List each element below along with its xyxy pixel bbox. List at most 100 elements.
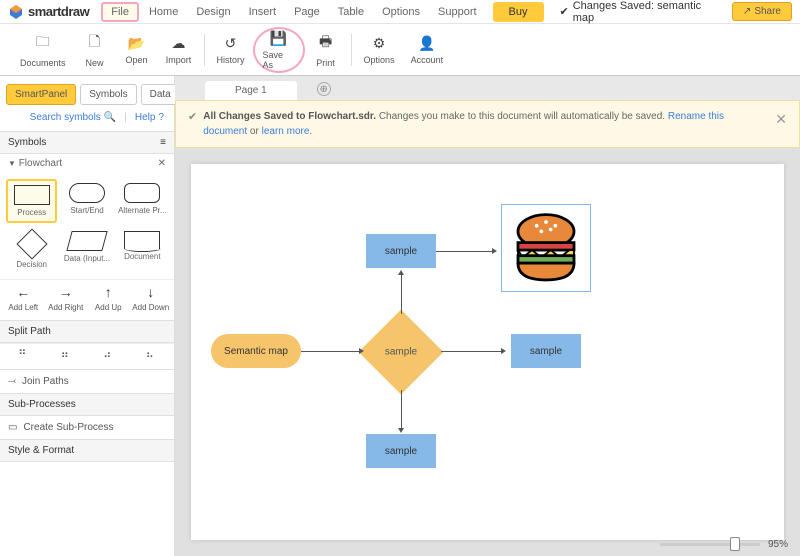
arrow-left-icon: ← — [16, 284, 30, 300]
page-tab-1[interactable]: Page 1 — [205, 81, 297, 100]
split-path-row: ⠛ ⠶ ⠴ ⠦ — [0, 343, 174, 369]
menu-insert[interactable]: Insert — [241, 2, 285, 22]
save-as-button[interactable]: 💾Save As — [253, 27, 305, 73]
menu-options[interactable]: Options — [374, 2, 428, 22]
options-button[interactable]: ⚙Options — [356, 30, 403, 70]
panel-tabs: SmartPanel Symbols Data ✕ — [0, 76, 174, 106]
shape-document[interactable]: Document — [117, 227, 168, 273]
add-left-button[interactable]: ←Add Left — [2, 284, 45, 312]
page-tabs: Page 1 ⊕ — [175, 76, 800, 100]
print-button[interactable]: 🖶Print — [305, 30, 347, 70]
add-page-button[interactable]: ⊕ — [317, 82, 331, 96]
split-4-button[interactable]: ⠦ — [130, 348, 173, 361]
new-button[interactable]: 🗋New — [74, 30, 116, 70]
style-format-header: Style & Format — [0, 439, 174, 462]
subprocess-header: Sub-Processes — [0, 393, 174, 416]
tab-smartpanel[interactable]: SmartPanel — [6, 84, 76, 105]
shape-startend[interactable]: Start/End — [61, 179, 112, 223]
save-notice: ✔ All Changes Saved to Flowchart.sdr. Ch… — [175, 100, 800, 148]
close-notice-button[interactable]: ✕ — [775, 109, 787, 130]
account-button[interactable]: 👤Account — [403, 30, 452, 70]
zoom-slider[interactable] — [660, 543, 760, 546]
import-button[interactable]: ☁Import — [158, 30, 200, 70]
arrow-head — [398, 428, 404, 433]
menu-icon[interactable]: ≡ — [160, 137, 166, 148]
paper[interactable]: Semantic map sample sample sample sample — [191, 164, 784, 540]
zoom-bar: 95% — [660, 539, 788, 550]
user-icon: 👤 — [418, 35, 435, 52]
file-icon: 🗋 — [89, 31, 100, 55]
zoom-thumb[interactable] — [730, 537, 740, 551]
menu-design[interactable]: Design — [188, 2, 238, 22]
shape-data[interactable]: Data (Input... — [61, 227, 112, 273]
close-group-icon[interactable]: ✕ — [158, 158, 166, 169]
split-icon: ⠶ — [61, 348, 71, 361]
shape-process[interactable]: Process — [6, 179, 57, 223]
learn-more-link[interactable]: learn more — [262, 126, 310, 137]
split-icon: ⠛ — [18, 348, 28, 361]
history-icon: ↺ — [225, 35, 237, 52]
split-icon: ⠦ — [146, 348, 156, 361]
history-button[interactable]: ↺History — [209, 30, 253, 70]
notice-text: All Changes Saved to Flowchart.sdr. Chan… — [203, 109, 769, 139]
documents-button[interactable]: 🗀Documents — [12, 30, 74, 70]
open-icon: 📂 — [128, 35, 145, 52]
search-symbols-link[interactable]: Search symbols 🔍 — [30, 112, 117, 123]
menu-page[interactable]: Page — [286, 2, 328, 22]
sidebar: SmartPanel Symbols Data ✕ Search symbols… — [0, 76, 175, 556]
node-diamond[interactable]: sample — [371, 322, 431, 382]
logo[interactable]: smartdraw — [8, 4, 89, 20]
split-1-button[interactable]: ⠛ — [2, 348, 45, 361]
menu-file[interactable]: File — [101, 2, 139, 22]
join-paths-button[interactable]: ⤙Join Paths — [0, 370, 174, 393]
arrow-head — [501, 348, 506, 354]
shapes-grid: Process Start/End Alternate Pr... Decisi… — [0, 173, 174, 279]
add-up-button[interactable]: ↑Add Up — [87, 284, 130, 312]
node-bottom[interactable]: sample — [366, 434, 436, 468]
help-icon: ? — [158, 112, 164, 123]
save-icon: 💾 — [270, 30, 287, 47]
node-image[interactable] — [501, 204, 591, 292]
arrow — [401, 274, 402, 314]
tab-data[interactable]: Data — [141, 84, 180, 105]
buy-button[interactable]: Buy — [493, 2, 544, 22]
arrow-head — [359, 348, 364, 354]
split-2-button[interactable]: ⠶ — [45, 348, 88, 361]
canvas[interactable]: Semantic map sample sample sample sample — [175, 148, 800, 556]
save-status: ✔ Changes Saved: semantic map — [560, 0, 720, 24]
menu-support[interactable]: Support — [430, 2, 485, 22]
check-icon: ✔ — [560, 5, 569, 18]
add-right-button[interactable]: →Add Right — [45, 284, 88, 312]
shape-decision[interactable]: Decision — [6, 227, 57, 273]
menu-table[interactable]: Table — [330, 2, 372, 22]
menu-home[interactable]: Home — [141, 2, 186, 22]
arrow — [441, 351, 503, 352]
zoom-value: 95% — [768, 539, 788, 550]
menu-items: File Home Design Insert Page Table Optio… — [101, 2, 484, 22]
toolbar: 🗀Documents 🗋New 📂Open ☁Import ↺History 💾… — [0, 24, 800, 76]
menubar: smartdraw File Home Design Insert Page T… — [0, 0, 800, 24]
burger-icon — [504, 209, 588, 287]
search-icon: 🔍 — [104, 112, 116, 123]
arrow-head — [492, 248, 497, 254]
arrow-down-icon: ↓ — [147, 284, 154, 300]
share-button[interactable]: ↗ Share — [732, 2, 792, 21]
tab-symbols[interactable]: Symbols — [80, 84, 136, 105]
open-button[interactable]: 📂Open — [116, 30, 158, 70]
logo-icon — [8, 4, 24, 20]
arrow — [401, 390, 402, 430]
arrow — [301, 351, 361, 352]
share-icon: ↗ — [743, 6, 751, 17]
split-3-button[interactable]: ⠴ — [87, 348, 130, 361]
node-right[interactable]: sample — [511, 334, 581, 368]
symbols-header: Symbols ≡ — [0, 131, 174, 154]
symbol-group-row[interactable]: ▼ Flowchart ✕ — [0, 154, 174, 173]
node-top[interactable]: sample — [366, 234, 436, 268]
node-semantic-map[interactable]: Semantic map — [211, 334, 301, 368]
help-link[interactable]: Help ? — [135, 112, 164, 123]
gear-icon: ⚙ — [373, 35, 386, 52]
create-subprocess-button[interactable]: ▭Create Sub-Process — [0, 416, 174, 439]
add-down-button[interactable]: ↓Add Down — [130, 284, 173, 312]
shape-alternate[interactable]: Alternate Pr... — [117, 179, 168, 223]
check-icon: ✔ — [188, 109, 197, 126]
